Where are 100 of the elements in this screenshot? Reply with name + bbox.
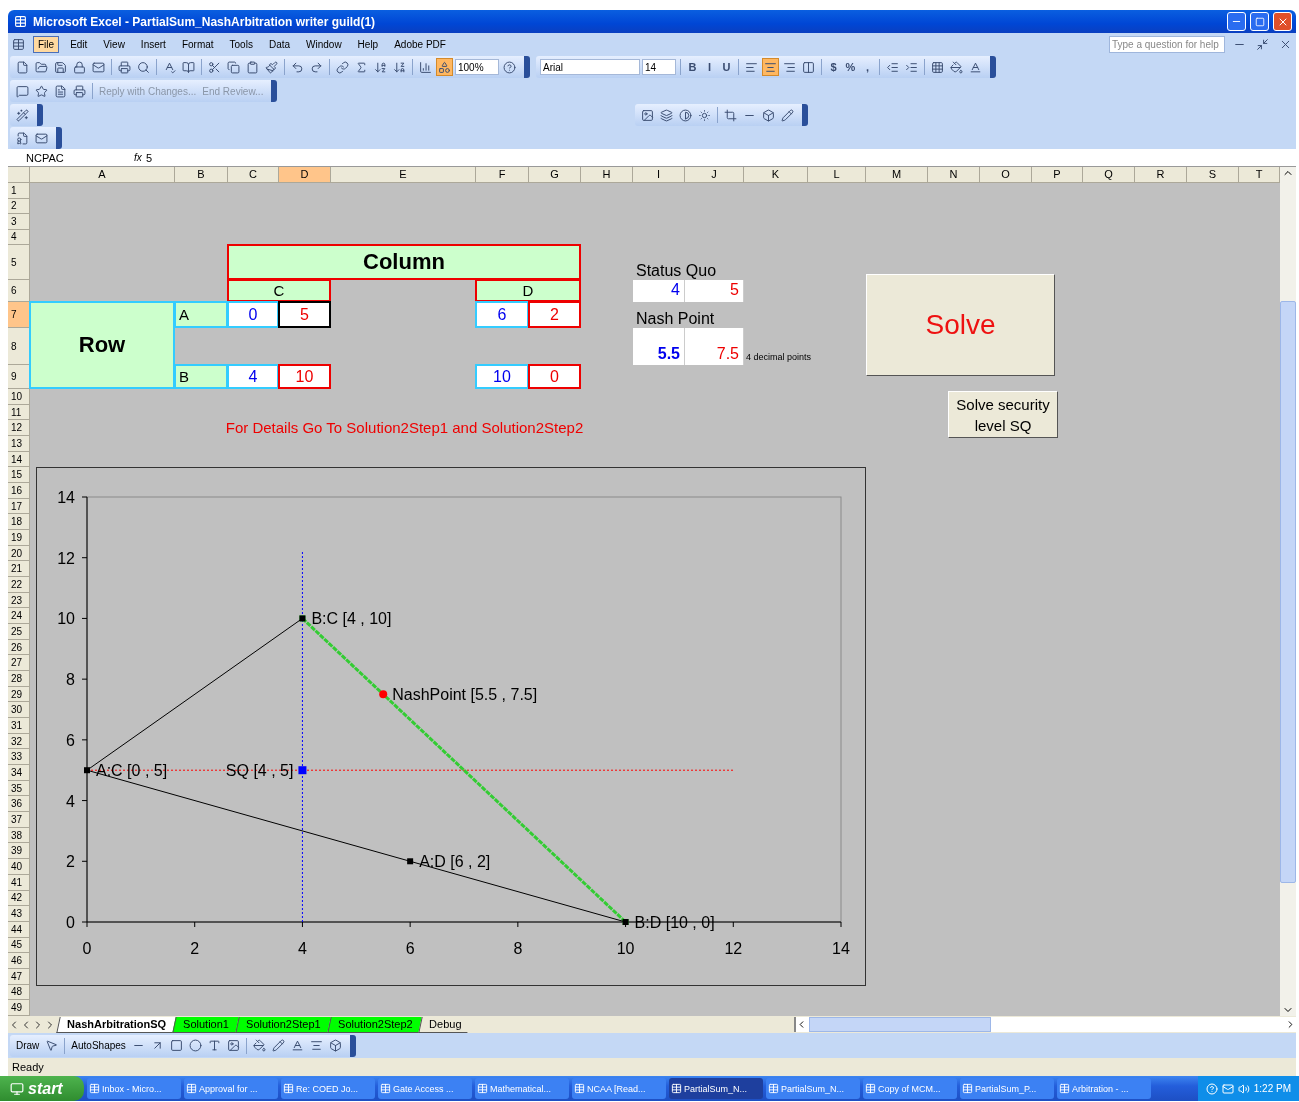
column-header[interactable]: Q [1083, 167, 1135, 183]
payoff-cell[interactable]: 0 [227, 301, 279, 328]
payoff-cell[interactable]: 6 [475, 301, 529, 328]
row-header[interactable]: 9 [8, 365, 30, 389]
taskbar-item[interactable]: NCAA [Read... [572, 1078, 666, 1099]
menu-item[interactable]: Edit [65, 35, 93, 53]
style-button[interactable]: B [685, 61, 700, 73]
help-search-field[interactable]: Type a question for help [1109, 35, 1225, 53]
row-header[interactable]: 33 [8, 749, 30, 766]
row-header[interactable]: 1 [8, 183, 30, 199]
row-header[interactable]: 13 [8, 436, 30, 452]
row-header[interactable]: 36 [8, 796, 30, 813]
row-header[interactable]: 37 [8, 812, 30, 828]
menu-item[interactable]: Help [352, 35, 384, 53]
solve-security-button[interactable]: Solve security level SQ [948, 391, 1058, 438]
minimize-button[interactable] [1227, 12, 1246, 31]
row-header[interactable]: 40 [8, 859, 30, 875]
sheet-tab[interactable]: Solution2Step1 [235, 1016, 331, 1033]
row-header[interactable]: 21 [8, 561, 30, 578]
row-header[interactable]: 46 [8, 953, 30, 969]
number-format-button[interactable]: % [843, 61, 858, 73]
taskbar-item[interactable]: PartialSum_N... [766, 1078, 860, 1099]
row-header[interactable]: 39 [8, 843, 30, 860]
help-icon[interactable] [501, 58, 518, 76]
help-icon[interactable] [1205, 1082, 1218, 1095]
oval-icon[interactable] [186, 1036, 204, 1055]
fill-color-icon[interactable] [948, 58, 965, 76]
row-header[interactable]: 31 [8, 718, 30, 734]
number-format-button[interactable]: , [860, 61, 875, 73]
vertical-scrollbar[interactable] [1280, 167, 1296, 1016]
row-header[interactable]: 25 [8, 624, 30, 640]
payoff-cell[interactable]: 0 [528, 364, 581, 389]
payoff-cell[interactable]: 2 [528, 301, 581, 328]
row-header[interactable]: 28 [8, 671, 30, 687]
status-quo-value[interactable]: 4 [633, 280, 685, 302]
column-header[interactable]: R [1135, 167, 1187, 183]
column-header[interactable]: G [529, 167, 581, 183]
taskbar-item[interactable]: Approval for ... [184, 1078, 278, 1099]
brush-icon[interactable] [263, 58, 280, 76]
font-size-field[interactable]: 14 [642, 59, 676, 75]
row-header[interactable]: 15 [8, 467, 30, 484]
row-header[interactable]: 6 [8, 280, 30, 302]
lock-icon[interactable] [71, 58, 88, 76]
star-icon[interactable] [33, 82, 50, 100]
taskbar-item[interactable]: Copy of MCM... [863, 1078, 957, 1099]
name-box[interactable]: NCPAC [8, 151, 100, 164]
row-header[interactable]: 34 [8, 765, 30, 781]
row-header[interactable]: 49 [8, 1000, 30, 1016]
column-header[interactable]: F [476, 167, 529, 183]
nash-point-value[interactable]: 7.5 [685, 328, 744, 365]
print-icon[interactable] [116, 58, 133, 76]
row-header[interactable]: 19 [8, 530, 30, 546]
row-header[interactable]: 10 [8, 389, 30, 405]
menu-item[interactable]: Window [301, 35, 347, 53]
sheet-tab[interactable]: NashArbitrationSQ [56, 1016, 176, 1033]
style-button[interactable]: U [719, 61, 734, 73]
number-format-button[interactable]: $ [826, 61, 841, 73]
pencil-icon[interactable] [779, 106, 796, 124]
sheet-tab[interactable]: Solution2Step2 [326, 1016, 422, 1033]
row-header[interactable]: 22 [8, 577, 30, 593]
column-header[interactable]: L [808, 167, 866, 183]
taskbar-item[interactable]: Gate Access ... [378, 1078, 472, 1099]
row-header[interactable]: 5 [8, 245, 30, 280]
menu-item[interactable]: Adobe PDF [389, 35, 451, 53]
menu-item[interactable]: Format [176, 35, 219, 53]
menu-item[interactable]: Insert [135, 35, 171, 53]
draw-menu[interactable]: Draw [14, 1040, 42, 1051]
row-header[interactable]: 43 [8, 906, 30, 922]
scroll-thumb[interactable] [809, 1017, 991, 1032]
row-header[interactable]: 7 [8, 302, 30, 328]
column-header[interactable]: N [928, 167, 980, 183]
taskbar-item[interactable]: Arbitration - ... [1057, 1078, 1151, 1099]
link-icon[interactable] [334, 58, 351, 76]
line-color-icon[interactable] [269, 1036, 287, 1055]
shapes-icon[interactable] [436, 58, 453, 76]
row-header[interactable]: 18 [8, 514, 30, 531]
sheet-tab[interactable]: Solution1 [172, 1016, 239, 1033]
column-header[interactable]: O [980, 167, 1032, 183]
payoff-cell[interactable]: 5 [278, 301, 331, 328]
close-button[interactable] [1273, 12, 1292, 31]
layers-icon[interactable] [658, 106, 675, 124]
contrast-icon[interactable] [677, 106, 694, 124]
column-header[interactable]: I [633, 167, 685, 183]
solve-button[interactable]: Solve [866, 274, 1055, 376]
box-icon[interactable] [760, 106, 777, 124]
row-header[interactable]: 16 [8, 483, 30, 499]
payoff-cell[interactable]: 10 [475, 364, 529, 389]
column-header[interactable]: M [866, 167, 928, 183]
autoshapes-menu[interactable]: AutoShapes [69, 1040, 128, 1051]
row-header[interactable]: 3 [8, 214, 30, 230]
column-header[interactable]: K [744, 167, 808, 183]
taskbar-item[interactable]: PartialSum_P... [960, 1078, 1054, 1099]
payoff-cell[interactable]: 10 [278, 364, 331, 389]
column-header[interactable]: D [279, 167, 331, 183]
align-center-icon[interactable] [762, 58, 779, 76]
zoom-field[interactable]: 100% [455, 59, 499, 75]
taskbar-item[interactable]: PartialSum_N... [669, 1078, 763, 1099]
column-header[interactable]: H [581, 167, 633, 183]
column-header[interactable]: E [331, 167, 476, 183]
taskbar-item[interactable]: Re: COED Jo... [281, 1078, 375, 1099]
